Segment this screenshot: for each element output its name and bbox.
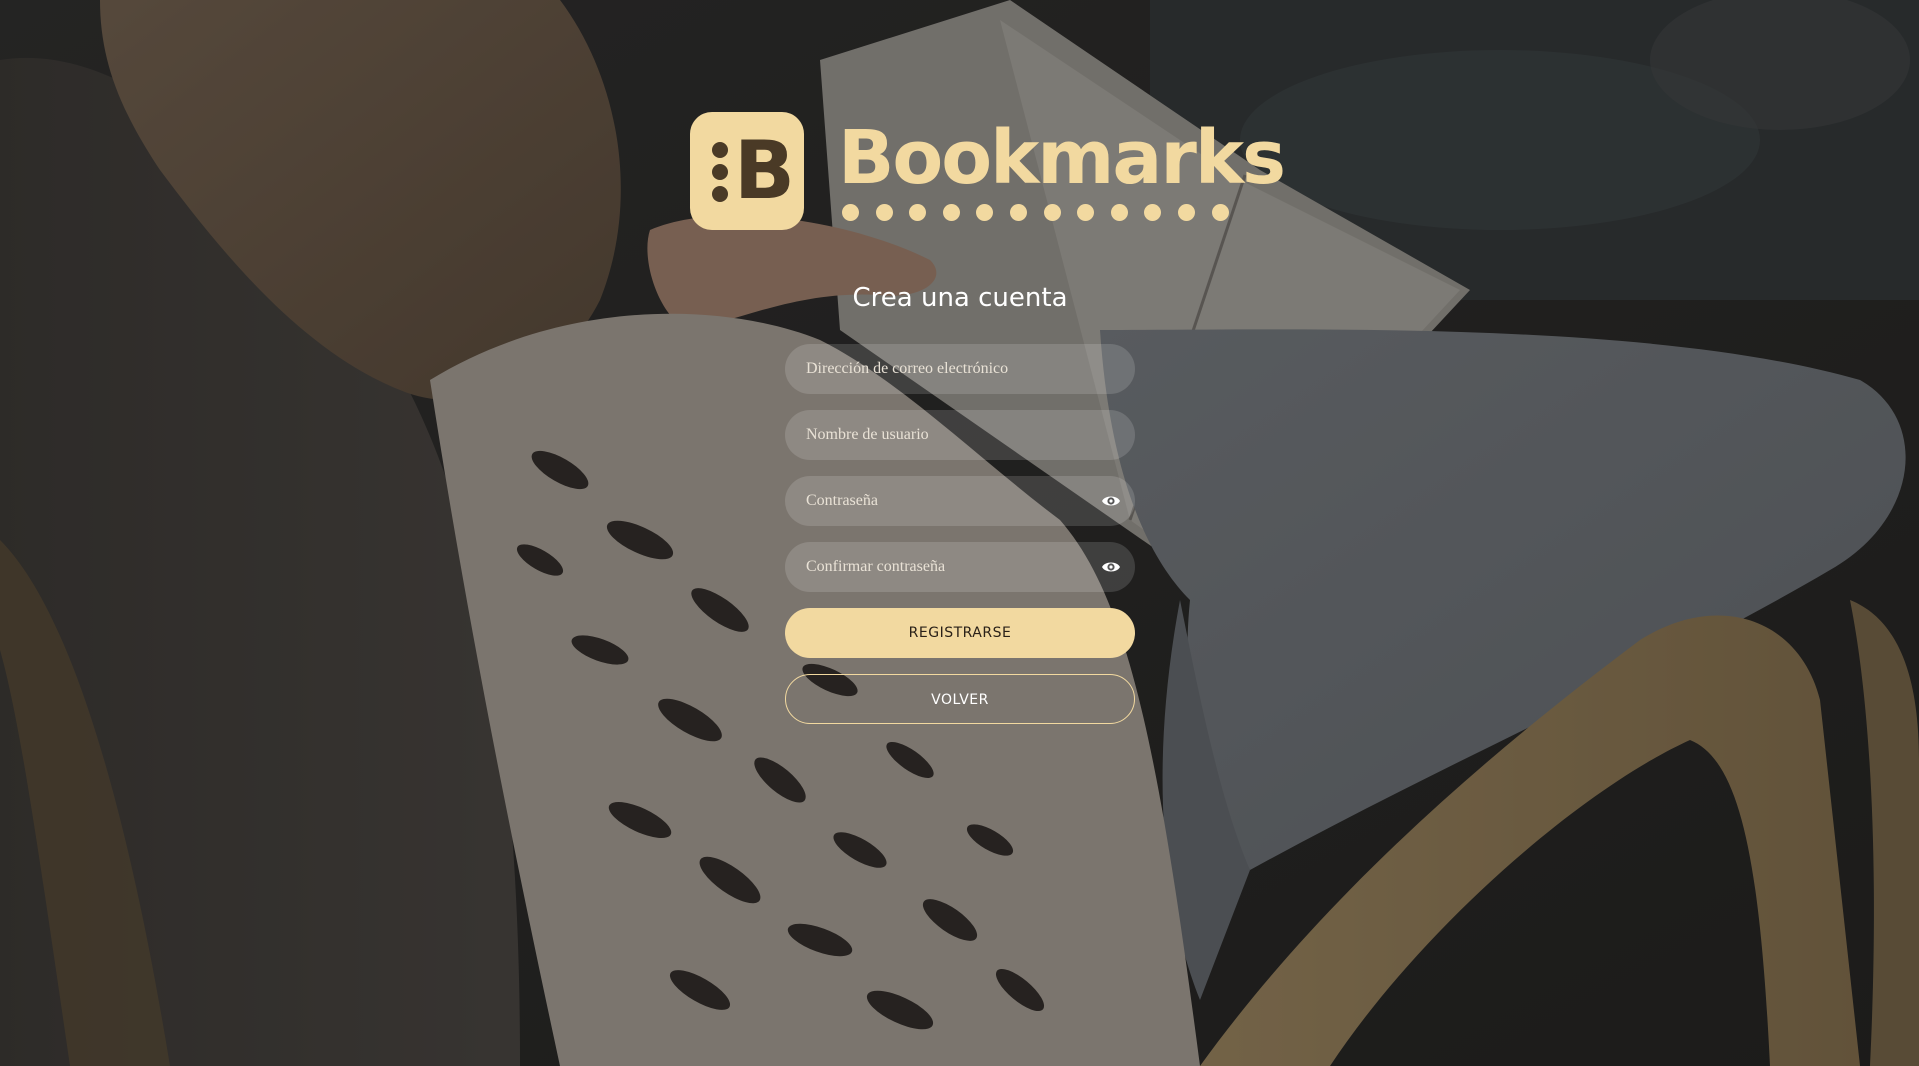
brand-name: Bookmarks — [838, 115, 1286, 201]
username-field[interactable] — [785, 410, 1135, 460]
logo-dot — [1077, 204, 1095, 221]
page-title: Crea una cuenta — [852, 283, 1068, 313]
logo-dots-underline — [842, 204, 1232, 222]
signup-screen: B Bookmarks Crea una cuenta Dirección de… — [0, 0, 1919, 1066]
back-button[interactable]: VOLVER — [785, 674, 1135, 724]
brand-logo: B Bookmarks — [690, 112, 1286, 232]
logo-dot — [875, 204, 893, 221]
signup-content: B Bookmarks Crea una cuenta Dirección de… — [0, 0, 1919, 1066]
logo-dot — [942, 204, 960, 221]
logo-dot — [976, 204, 994, 221]
logo-dot — [1043, 204, 1061, 221]
logo-dot — [1110, 204, 1128, 221]
password-field[interactable] — [785, 476, 1135, 526]
confirm-password-field-wrapper — [785, 542, 1135, 592]
logo-dot — [1144, 204, 1162, 221]
register-button[interactable]: REGISTRARSE — [785, 608, 1135, 658]
logo-dot — [909, 204, 927, 221]
eye-icon[interactable] — [1101, 557, 1121, 577]
confirm-password-field[interactable] — [785, 542, 1135, 592]
logo-dot — [1178, 204, 1195, 221]
password-field-wrapper — [785, 476, 1135, 526]
badge-letter: B — [734, 124, 795, 217]
logo-dot — [1010, 204, 1027, 221]
logo-dot — [1211, 204, 1229, 221]
username-field-wrapper — [785, 410, 1135, 460]
logo-dot — [842, 204, 859, 221]
badge-dots-icon — [712, 142, 730, 206]
eye-icon[interactable] — [1101, 491, 1121, 511]
logo-badge: B — [690, 112, 804, 230]
email-field-wrapper — [785, 344, 1135, 394]
email-field[interactable] — [785, 344, 1135, 394]
